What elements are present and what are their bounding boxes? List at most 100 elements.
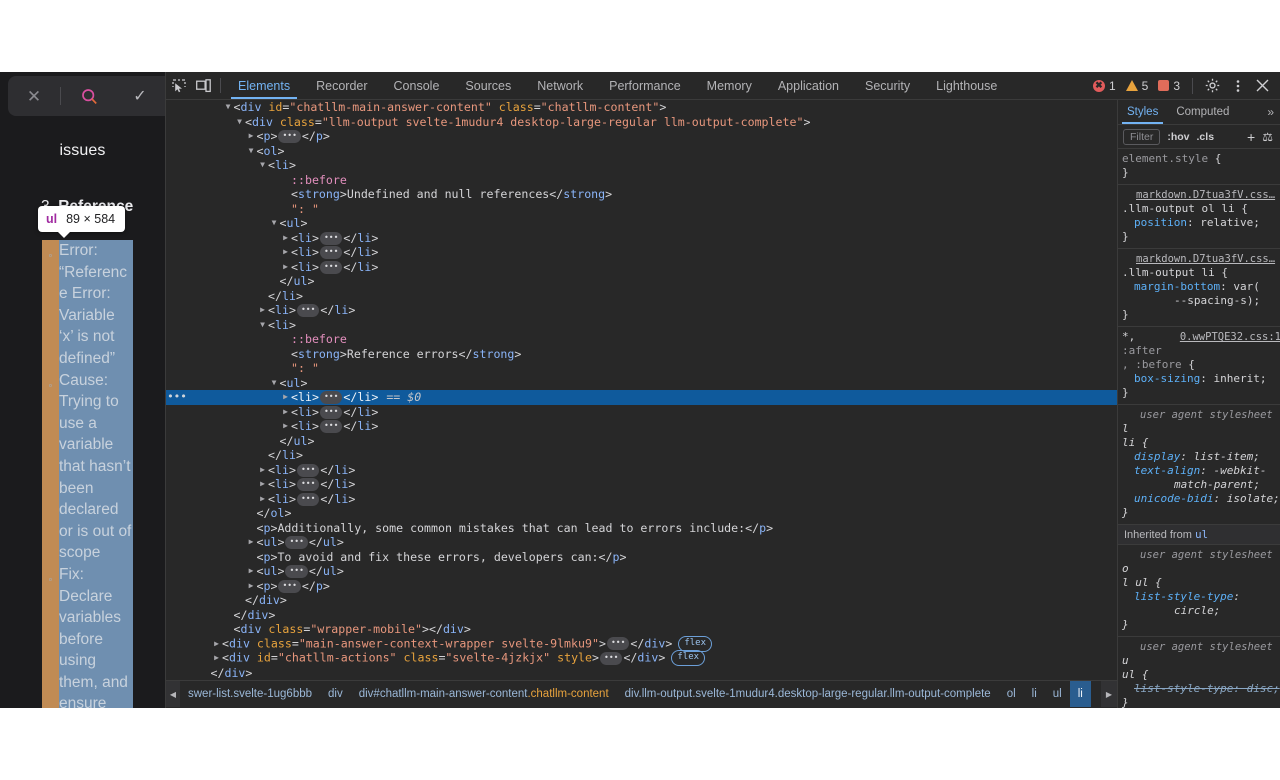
tab-recorder[interactable]: Recorder [303, 72, 380, 99]
chevron-right-icon[interactable]: ▶ [280, 390, 291, 405]
chevron-down-icon[interactable]: ▼ [257, 318, 268, 333]
dom-node[interactable]: ▶ <li> ••• </li> [166, 477, 1117, 492]
breadcrumb-scroll-right[interactable]: ▶ [1101, 681, 1117, 707]
breadcrumb-item[interactable]: ol [999, 681, 1024, 707]
declaration[interactable]: box-sizing: inherit; [1122, 372, 1280, 386]
chevron-right-icon[interactable]: ▶ [257, 303, 268, 318]
dom-node[interactable]: <div class="wrapper-mobile"></div> [166, 622, 1117, 637]
selector-text[interactable]: .llm-output li [1122, 266, 1215, 279]
tab-network[interactable]: Network [524, 72, 596, 99]
stylesheet-link[interactable]: markdown.D7tua3fV.css… [1122, 188, 1275, 202]
hov-toggle[interactable]: :hov [1167, 131, 1189, 143]
property-name[interactable]: position [1134, 216, 1187, 229]
tab-computed[interactable]: Computed [1167, 100, 1238, 124]
cls-toggle[interactable]: .cls [1197, 131, 1215, 143]
dom-node[interactable]: ▶ <p> ••• </p> [166, 129, 1117, 144]
styles-more-tabs-icon[interactable]: » [1260, 100, 1280, 124]
dom-node[interactable]: ": " [166, 361, 1117, 376]
style-rule-universal[interactable]: *, 0.wwPTQE32.css:1 :after , :before { b… [1118, 327, 1280, 405]
breadcrumb-item[interactable]: swer-list.svelte-1ug6bbb [180, 681, 320, 707]
dom-node[interactable]: ▶ <li> ••• </li> [166, 405, 1117, 420]
dom-node[interactable]: </div> [166, 593, 1117, 608]
more-vertical-icon[interactable] [1225, 79, 1250, 93]
dom-node[interactable]: ▼ <ul> [166, 216, 1117, 231]
style-rule-ua-ul[interactable]: user agent stylesheet u ul { list-style-… [1118, 637, 1280, 708]
declaration[interactable]: unicode-bidi: isolate; [1122, 492, 1280, 506]
tab-memory[interactable]: Memory [694, 72, 765, 99]
style-rule-llm-output-ol-li[interactable]: markdown.D7tua3fV.css… .llm-output ol li… [1118, 185, 1280, 249]
declaration[interactable]: list-style-type: circle; [1122, 590, 1280, 618]
chevron-right-icon[interactable]: ▶ [257, 492, 268, 507]
close-icon[interactable] [1250, 79, 1275, 92]
tab-lighthouse[interactable]: Lighthouse [923, 72, 1010, 99]
info-count[interactable]: 3 [1153, 79, 1185, 93]
chevron-right-icon[interactable]: ▶ [280, 405, 291, 420]
dom-node[interactable]: ::before [166, 173, 1117, 188]
dom-node[interactable]: ▶ <div id="chatllm-actions" class="svelte… [166, 650, 1117, 667]
dom-node[interactable]: </li> [166, 448, 1117, 463]
style-rule-ua-ol-ul[interactable]: user agent stylesheet o l ol ulul { list… [1118, 545, 1280, 637]
tab-application[interactable]: Application [765, 72, 852, 99]
declaration[interactable]: display: list-item; [1122, 450, 1280, 464]
breadcrumb-item[interactable]: div [320, 681, 351, 707]
chevron-right-icon[interactable]: ▶ [280, 419, 291, 434]
property-name[interactable]: text-align [1134, 464, 1200, 477]
dom-node[interactable]: <p>To avoid and fix these errors, develo… [166, 550, 1117, 565]
property-name[interactable]: box-sizing [1134, 372, 1200, 385]
dom-tree[interactable]: ▼ <div id="chatllm-main-answer-content" c… [166, 100, 1117, 680]
selector-text[interactable]: .llm-output ol li [1122, 202, 1235, 215]
dom-node[interactable]: ▶ <li> ••• </li> [166, 463, 1117, 478]
class-toggle-icon[interactable]: ⚖ [1262, 130, 1276, 144]
declaration[interactable]: position: relative; [1122, 216, 1280, 230]
device-toolbar-icon[interactable] [191, 72, 216, 99]
chevron-right-icon[interactable]: ▶ [257, 477, 268, 492]
selector-text[interactable]: li [1122, 436, 1135, 449]
tab-elements[interactable]: Elements [225, 72, 303, 99]
style-rule-element-style[interactable]: element.style { } [1118, 149, 1280, 185]
dom-node[interactable]: ▼ <ul> [166, 376, 1117, 391]
check-icon[interactable]: ✓ [117, 86, 163, 106]
dom-node[interactable]: </li> [166, 289, 1117, 304]
dom-node[interactable]: ::before [166, 332, 1117, 347]
selector-text[interactable]: *, [1122, 330, 1135, 344]
chevron-right-icon[interactable]: ▶ [246, 129, 257, 144]
dom-node[interactable]: ▼ <li> [166, 318, 1117, 333]
chevron-down-icon[interactable]: ▼ [234, 115, 245, 130]
dom-node[interactable]: <strong>Undefined and null references</s… [166, 187, 1117, 202]
dom-node[interactable]: ▼ <li> [166, 158, 1117, 173]
error-count[interactable]: ✖ 1 [1088, 79, 1121, 93]
dom-node[interactable]: ▶ <li> ••• </li> [166, 419, 1117, 434]
chevron-down-icon[interactable]: ▼ [269, 216, 280, 231]
chevron-down-icon[interactable]: ▼ [257, 158, 268, 173]
dom-node[interactable]: ▶ <ul> ••• </ul> [166, 564, 1117, 579]
declaration[interactable]: text-align: -webkit-match-parent; [1122, 464, 1280, 492]
chevron-right-icon[interactable]: ▶ [280, 231, 291, 246]
search-icon[interactable] [61, 88, 117, 105]
dom-node[interactable]: ▶ <li> ••• </li> [166, 260, 1117, 275]
dom-node[interactable]: </ol> [166, 506, 1117, 521]
warning-count[interactable]: 5 [1121, 79, 1154, 93]
chevron-right-icon[interactable]: ▶ [246, 564, 257, 579]
inspect-element-icon[interactable] [166, 72, 191, 99]
dom-node[interactable]: ▶ <li> ••• </li> [166, 231, 1117, 246]
breadcrumb-item[interactable]: ul [1045, 681, 1070, 707]
dom-node[interactable]: <strong>Reference errors</strong> [166, 347, 1117, 362]
tab-styles[interactable]: Styles [1118, 100, 1167, 124]
declaration[interactable]: margin-bottom: var(--spacing-s); [1122, 280, 1280, 308]
selector-part[interactable]: :after [1122, 344, 1162, 357]
dom-node[interactable]: <p>Additionally, some common mistakes th… [166, 521, 1117, 536]
dom-node-selected[interactable]: ••• ▶ <li> ••• </li> == $0 [166, 390, 1117, 405]
chevron-right-icon[interactable]: ▶ [280, 245, 291, 260]
chevron-right-icon[interactable]: ▶ [257, 463, 268, 478]
gear-icon[interactable] [1200, 78, 1225, 93]
dom-node[interactable]: </div> [166, 608, 1117, 623]
property-name[interactable]: margin-bottom [1134, 280, 1220, 293]
chevron-down-icon[interactable]: ▼ [246, 144, 257, 159]
dom-node[interactable]: ": " [166, 202, 1117, 217]
chevron-right-icon[interactable]: ▶ [211, 651, 222, 666]
chevron-down-icon[interactable]: ▼ [269, 376, 280, 391]
style-rule-llm-output-li[interactable]: markdown.D7tua3fV.css… .llm-output li { … [1118, 249, 1280, 327]
property-value[interactable]: list-item [1194, 450, 1254, 463]
selector-text[interactable]: ul [1122, 668, 1135, 681]
stylesheet-link[interactable]: 0.wwPTQE32.css:1 [1180, 330, 1280, 344]
